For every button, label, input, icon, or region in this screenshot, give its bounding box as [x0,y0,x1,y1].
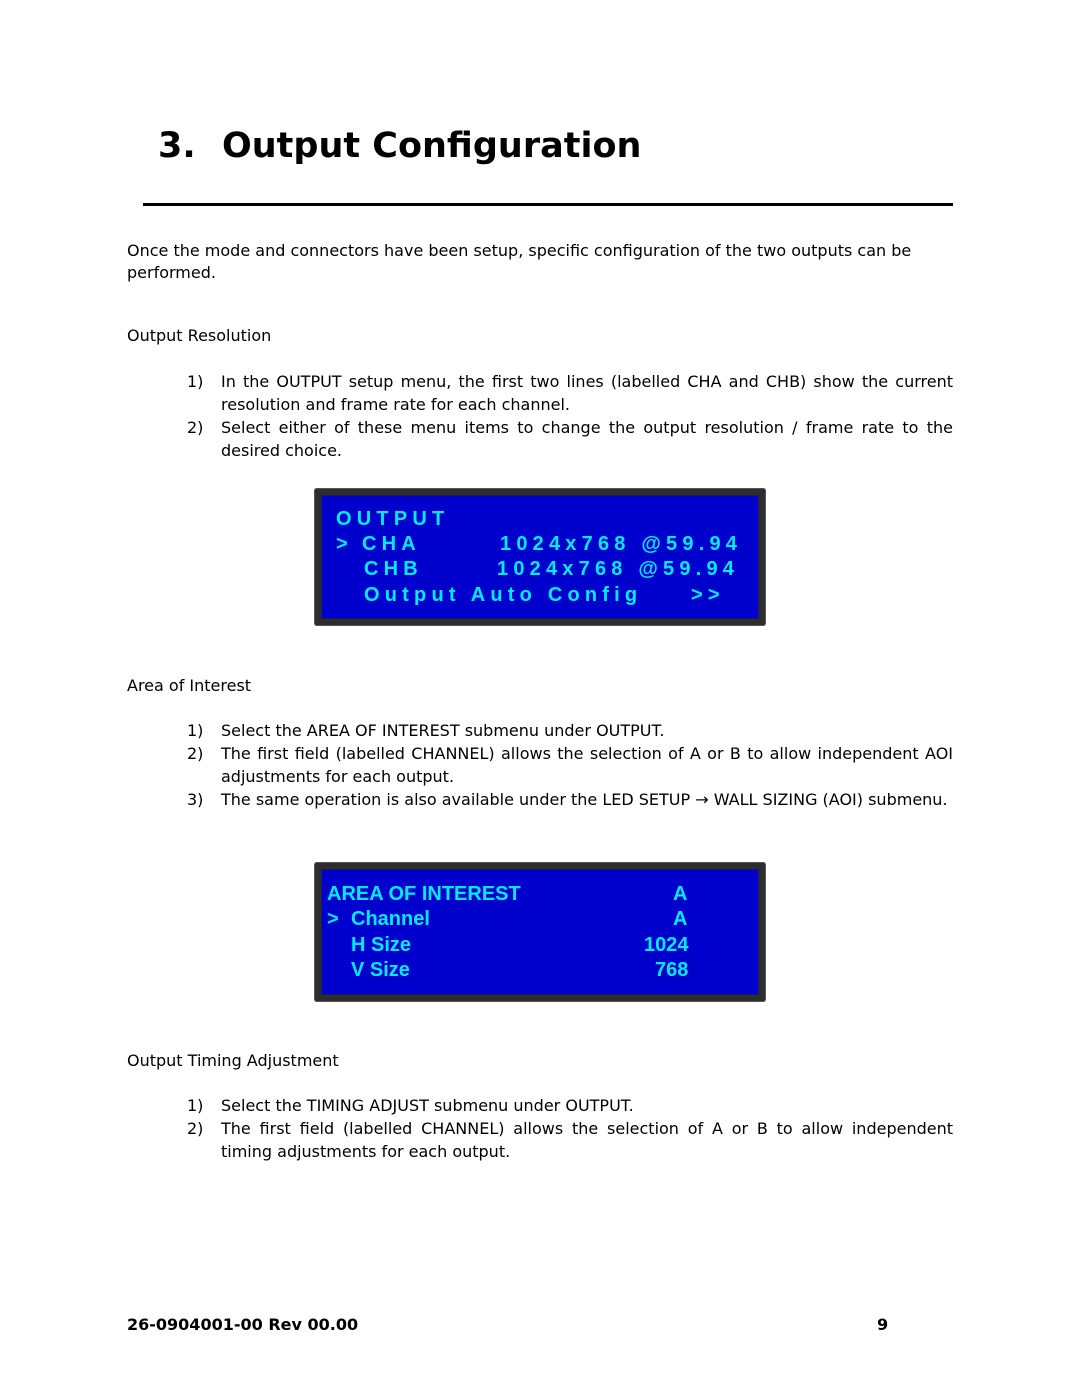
lcd-submenu-arrow-icon: >> [691,584,725,606]
chapter-number: 3. [158,126,196,166]
lcd-row-label: Output Auto Config [364,584,643,606]
lcd-row-label: H Size [351,934,412,956]
section-heading-output-resolution: Output Resolution [127,326,272,345]
lcd-screen: AREA OF INTEREST A > Channel A H Size 10… [321,869,759,995]
chapter-title-text: Output Configuration [222,126,642,166]
lcd-title: OUTPUT [336,508,450,530]
output-timing-steps: 1) Select the TIMING ADJUST submenu under… [187,1094,953,1163]
lcd-row-value: A [673,908,688,930]
list-item: 1) In the OUTPUT setup menu, the first tw… [187,372,953,414]
lcd-row-value: 1024x768 @59.94 [497,558,740,580]
lcd-cursor-icon: > [327,908,339,930]
title-divider [143,203,953,206]
list-item: 2) The first field (labelled CHANNEL) all… [187,1119,953,1161]
lcd-screen: OUTPUT > CHA 1024x768 @59.94 CHB 1024x76… [321,495,759,619]
lcd-title-value: A [673,883,688,905]
lcd-title: AREA OF INTEREST [327,883,521,905]
list-item: 2) The first field (labelled CHANNEL) all… [187,744,953,786]
lcd-output-menu: OUTPUT > CHA 1024x768 @59.94 CHB 1024x76… [314,488,766,626]
lcd-cursor-icon: > [336,533,353,555]
section-heading-output-timing-adjustment: Output Timing Adjustment [127,1051,339,1070]
section-heading-area-of-interest: Area of Interest [127,676,252,695]
intro-paragraph: Once the mode and connectors have been s… [127,241,912,282]
output-resolution-steps: 1) In the OUTPUT setup menu, the first tw… [187,370,953,462]
lcd-row-label: CHA [362,533,421,555]
lcd-row-label: V Size [351,959,410,981]
lcd-row-value: 1024x768 @59.94 [500,533,743,555]
lcd-row-value: 768 [655,959,689,981]
list-item: 1) Select the TIMING ADJUST submenu under… [187,1096,634,1115]
lcd-row-label: CHB [364,558,423,580]
lcd-row-label: Channel [351,908,430,930]
lcd-row-value: 1024 [644,934,689,956]
list-item: 1) Select the AREA OF INTEREST submenu un… [187,721,665,740]
footer-doc-number: 26-0904001-00 Rev 00.00 [127,1315,359,1334]
footer-page-number: 9 [877,1315,889,1334]
chapter-title: 3. Output Configuration [158,126,641,166]
lcd-area-of-interest-menu: AREA OF INTEREST A > Channel A H Size 10… [314,862,766,1002]
area-of-interest-steps: 1) Select the AREA OF INTEREST submenu un… [187,719,953,811]
list-item: 2) Select either of these menu items to c… [187,418,953,460]
list-item: 3) The same operation is also available u… [187,790,948,809]
